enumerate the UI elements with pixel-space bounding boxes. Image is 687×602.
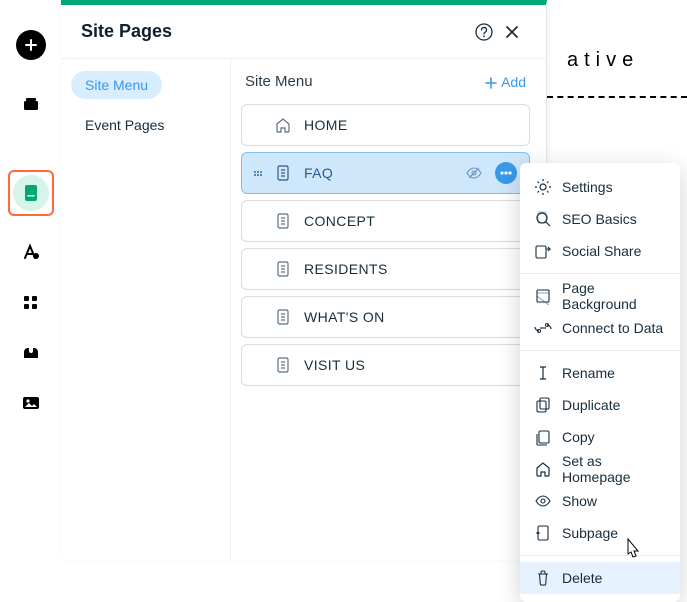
page-item[interactable]: CONCEPT: [241, 200, 530, 242]
pages-list: HOME FAQ CONCEPT RESIDENTS WHAT'S ON VISIT US: [241, 104, 530, 386]
ctx-item-label: Connect to Data: [562, 320, 663, 336]
rename-icon: [534, 364, 552, 382]
media-icon: [21, 393, 41, 413]
canvas-heading-fragment: ative: [567, 49, 687, 72]
page-more-button[interactable]: [495, 162, 517, 184]
gear-icon: [534, 178, 552, 196]
page-bg-icon: [534, 287, 552, 305]
ctx-item-label: Social Share: [562, 243, 641, 259]
panel-title: Site Pages: [81, 21, 470, 42]
ctx-item-label: Rename: [562, 365, 615, 381]
duplicate-icon: [534, 396, 552, 414]
ctx-item-label: Set as Homepage: [562, 453, 666, 485]
page-label: RESIDENTS: [304, 261, 388, 277]
page-item[interactable]: HOME: [241, 104, 530, 146]
canvas-divider: [547, 96, 687, 98]
ctx-item-label: Show: [562, 493, 597, 509]
more-icon: [497, 164, 515, 182]
pages-icon: [13, 175, 49, 211]
subpage-icon: [534, 524, 552, 542]
ctx-item-duplicate[interactable]: Duplicate: [520, 389, 680, 421]
ctx-item-copy[interactable]: Copy: [520, 421, 680, 453]
help-button[interactable]: [470, 18, 498, 46]
ctx-separator: [520, 350, 680, 351]
connect-icon: [534, 319, 552, 337]
rail-apps[interactable]: [0, 278, 61, 328]
plugin-icon: [21, 343, 41, 363]
page-label: CONCEPT: [304, 213, 375, 229]
ctx-item-seo-basics[interactable]: SEO Basics: [520, 203, 680, 235]
eye-icon: [534, 492, 552, 510]
sidemenu-item-site-menu[interactable]: Site Menu: [71, 71, 162, 99]
ctx-item-show[interactable]: Show: [520, 485, 680, 517]
ctx-item-rename[interactable]: Rename: [520, 357, 680, 389]
share-icon: [534, 242, 552, 260]
rail-media[interactable]: [0, 378, 61, 428]
rail-add[interactable]: [0, 20, 61, 70]
panel-sidemenu: Site Menu Event Pages: [61, 59, 231, 560]
close-button[interactable]: [498, 18, 526, 46]
page-label: HOME: [304, 117, 348, 133]
panel-header: Site Pages: [61, 5, 546, 59]
sidemenu-item-event-pages[interactable]: Event Pages: [71, 109, 220, 141]
ctx-item-label: Copy: [562, 429, 595, 445]
page-label: WHAT'S ON: [304, 309, 385, 325]
page-icon: [274, 164, 292, 182]
page-label: VISIT US: [304, 357, 365, 373]
rail-pages[interactable]: [0, 168, 61, 218]
ctx-item-label: Duplicate: [562, 397, 620, 413]
copy-icon: [534, 428, 552, 446]
apps-icon: [21, 293, 41, 313]
page-icon: [274, 308, 292, 326]
drag-handle-icon[interactable]: [254, 171, 262, 176]
page-item[interactable]: FAQ: [241, 152, 530, 194]
home-outline-icon: [274, 116, 292, 134]
rail-plugins[interactable]: [0, 328, 61, 378]
cursor-pointer-icon: [622, 538, 642, 560]
ctx-item-label: Settings: [562, 179, 613, 195]
page-context-menu: Settings SEO Basics Social Share Page Backg…: [520, 163, 680, 602]
ctx-separator: [520, 555, 680, 556]
page-icon: [274, 260, 292, 278]
page-icon: [274, 212, 292, 230]
ctx-item-label: SEO Basics: [562, 211, 637, 227]
add-label: Add: [501, 74, 526, 90]
rail-layers[interactable]: [0, 80, 61, 130]
ctx-item-label: Page Background: [562, 280, 666, 312]
ctx-item-delete[interactable]: Delete: [520, 562, 680, 594]
page-item[interactable]: RESIDENTS: [241, 248, 530, 290]
ctx-item-connect-to-data[interactable]: Connect to Data: [520, 312, 680, 344]
ctx-item-social-share[interactable]: Social Share: [520, 235, 680, 267]
add-icon: [16, 30, 46, 60]
site-pages-panel: Site Pages Site Menu Event Pages Site Me…: [61, 0, 547, 560]
ctx-item-page-background[interactable]: Page Background: [520, 280, 680, 312]
page-item[interactable]: WHAT'S ON: [241, 296, 530, 338]
trash-icon: [534, 569, 552, 587]
page-label: FAQ: [304, 165, 333, 181]
plus-icon: [483, 75, 497, 89]
add-page-button[interactable]: Add: [483, 74, 526, 90]
help-icon: [475, 23, 493, 41]
ctx-item-label: Delete: [562, 570, 602, 586]
close-icon: [503, 23, 521, 41]
layers-icon: [21, 95, 41, 115]
ctx-item-label: Subpage: [562, 525, 618, 541]
pages-subtitle: Site Menu: [245, 73, 313, 90]
ctx-item-set-as-homepage[interactable]: Set as Homepage: [520, 453, 680, 485]
tool-rail: [0, 0, 61, 560]
home-outline-icon: [534, 460, 552, 478]
visibility-toggle[interactable]: [465, 164, 483, 182]
page-item[interactable]: VISIT US: [241, 344, 530, 386]
page-icon: [274, 356, 292, 374]
rail-fonts[interactable]: [0, 228, 61, 278]
font-icon: [21, 243, 41, 263]
seo-icon: [534, 210, 552, 228]
ctx-item-settings[interactable]: Settings: [520, 171, 680, 203]
ctx-item-subpage[interactable]: Subpage: [520, 517, 680, 549]
ctx-separator: [520, 273, 680, 274]
pages-area: Site Menu Add HOME FAQ CONCEPT RESIDENTS WHA…: [231, 59, 546, 560]
